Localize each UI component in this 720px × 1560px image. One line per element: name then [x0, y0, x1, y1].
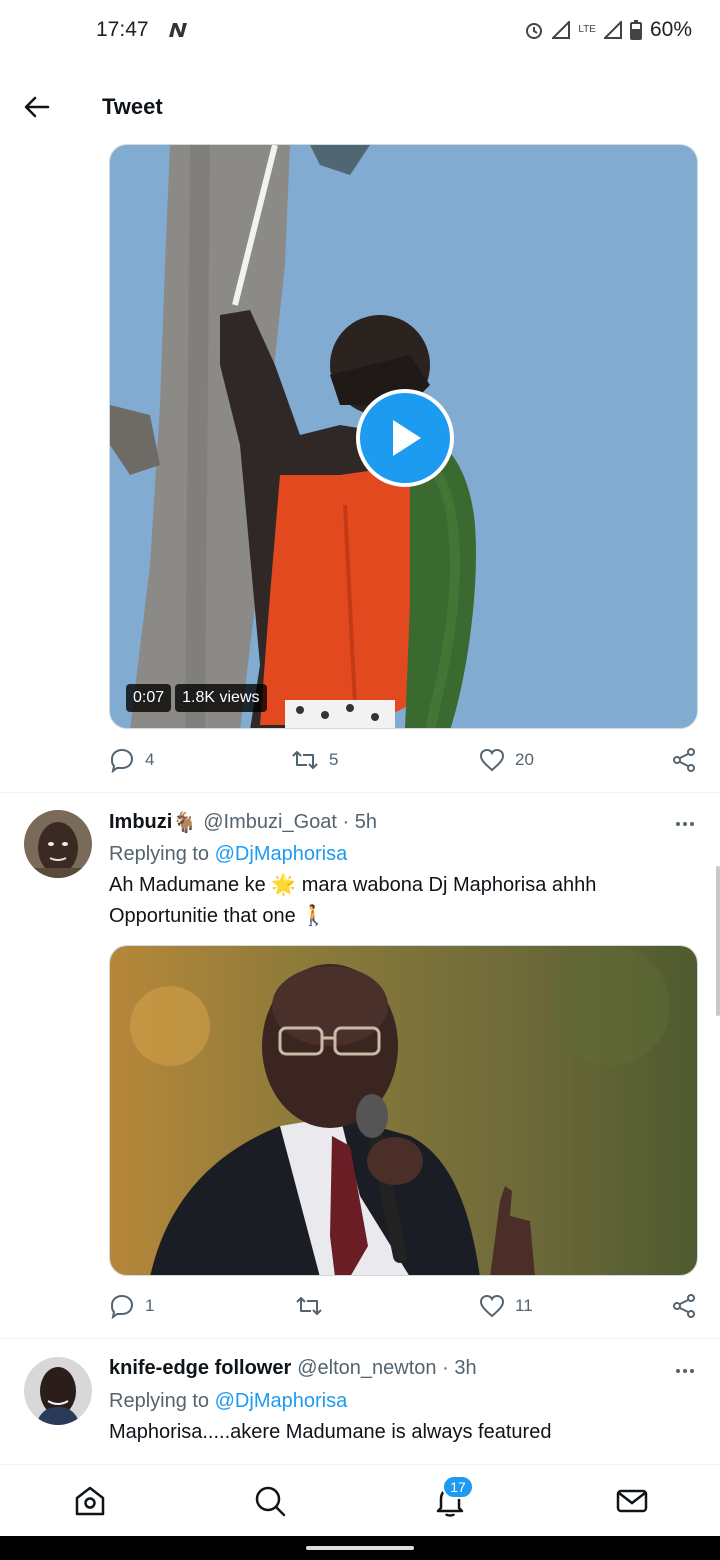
like-button[interactable]: 11	[479, 1294, 533, 1318]
retweet-count: 5	[329, 750, 339, 769]
network-type-label: LTE	[578, 24, 596, 35]
search-icon	[255, 1486, 286, 1517]
separator-dot: ·	[436, 1357, 455, 1379]
tweet-photo[interactable]	[109, 945, 698, 1276]
share-button[interactable]	[671, 1294, 697, 1318]
scrollbar[interactable]	[716, 866, 720, 1016]
status-bar: 17:47 LTE 60%	[0, 0, 720, 60]
back-button[interactable]	[0, 72, 74, 142]
author-name-emoji: 🐐	[172, 812, 198, 834]
play-button[interactable]	[356, 389, 454, 487]
reply-icon	[110, 748, 134, 773]
share-icon	[673, 748, 695, 772]
video-duration: 0:07	[126, 684, 172, 712]
replying-prefix: Replying to	[109, 843, 210, 865]
notification-count-badge: 17	[442, 1475, 474, 1499]
gesture-bar	[0, 1536, 720, 1560]
retweet-button[interactable]	[295, 1294, 333, 1318]
author-name[interactable]: knife-edge follower	[109, 1357, 291, 1380]
messages-icon	[616, 1489, 648, 1513]
author-name[interactable]: Imbuzi	[109, 811, 172, 834]
avatar[interactable]	[24, 1357, 92, 1425]
divider	[0, 792, 720, 793]
tweet-text: Maphorisa.....akere Madumane is always f…	[109, 1417, 689, 1448]
divider	[0, 1338, 720, 1339]
nav-messages[interactable]	[610, 1479, 654, 1523]
battery-level: 60%	[649, 18, 692, 41]
separator-dot: ·	[336, 811, 355, 833]
video-badges: 0:07 1.8K views	[126, 684, 267, 712]
app-notification-icon	[167, 21, 189, 39]
tweet-text-line: Opportunitie that one 🚶	[109, 905, 327, 927]
home-gesture-handle[interactable]	[306, 1546, 414, 1550]
reply-button[interactable]: 1	[109, 1293, 154, 1319]
author-handle[interactable]: @elton_newton	[297, 1357, 436, 1380]
reply-count: 1	[145, 1296, 155, 1315]
share-icon	[673, 1294, 695, 1318]
retweet-button[interactable]: 5	[291, 748, 338, 772]
replying-prefix: Replying to	[109, 1390, 210, 1412]
main-tweet-actions: 4 5 20	[109, 740, 699, 780]
arrow-left-icon	[24, 96, 50, 118]
reply-tweet-actions: 1 11	[109, 1286, 699, 1326]
replying-to-handle[interactable]: @DjMaphorisa	[215, 843, 348, 865]
tweet-video[interactable]: 0:07 1.8K views	[109, 144, 698, 729]
bottom-nav: 17	[0, 1464, 720, 1536]
tweet-text-line: Ah Madumane ke 🌟 mara wabona Dj Maphoris…	[109, 874, 597, 896]
tweet-author-line: knife-edge follower @elton_newton · 3h	[109, 1357, 477, 1380]
retweet-icon	[296, 1297, 322, 1315]
photo-image	[110, 946, 697, 1275]
tweet-author-line: Imbuzi 🐐 @Imbuzi_Goat · 5h	[109, 810, 377, 835]
video-views: 1.8K views	[175, 684, 267, 712]
page-title: Tweet	[102, 94, 163, 119]
signal-icon	[552, 21, 571, 39]
replying-to-line: Replying to @DjMaphorisa	[109, 843, 347, 866]
tweet-text-line: Maphorisa.....akere Madumane is always f…	[109, 1421, 552, 1443]
reply-icon	[110, 1294, 134, 1319]
reply-count: 4	[145, 750, 155, 769]
more-options-button[interactable]	[670, 814, 700, 834]
retweet-icon	[292, 751, 318, 769]
heart-icon	[479, 748, 505, 772]
tweet-time: 3h	[454, 1357, 477, 1379]
replying-to-line: Replying to @DjMaphorisa	[109, 1390, 347, 1413]
avatar[interactable]	[24, 810, 92, 878]
play-icon	[393, 420, 421, 456]
like-button[interactable]: 20	[479, 748, 534, 772]
signal-icon-2	[603, 21, 622, 39]
tweet-header: Tweet	[0, 72, 720, 142]
like-count: 20	[515, 750, 534, 769]
status-time: 17:47	[96, 18, 149, 41]
replying-to-handle[interactable]: @DjMaphorisa	[215, 1390, 348, 1412]
reply-button[interactable]: 4	[109, 747, 154, 773]
battery-icon	[629, 20, 642, 40]
author-handle[interactable]: @Imbuzi_Goat	[203, 811, 337, 834]
more-options-button[interactable]	[670, 1361, 700, 1381]
tweet-text: Ah Madumane ke 🌟 mara wabona Dj Maphoris…	[109, 870, 689, 932]
nav-search[interactable]	[248, 1479, 292, 1523]
like-count: 11	[515, 1296, 533, 1315]
heart-icon	[479, 1294, 505, 1318]
home-icon	[75, 1486, 105, 1516]
tweet-time: 5h	[354, 811, 377, 833]
nav-home[interactable]	[68, 1479, 112, 1523]
share-button[interactable]	[671, 748, 697, 772]
alarm-icon	[524, 20, 544, 40]
